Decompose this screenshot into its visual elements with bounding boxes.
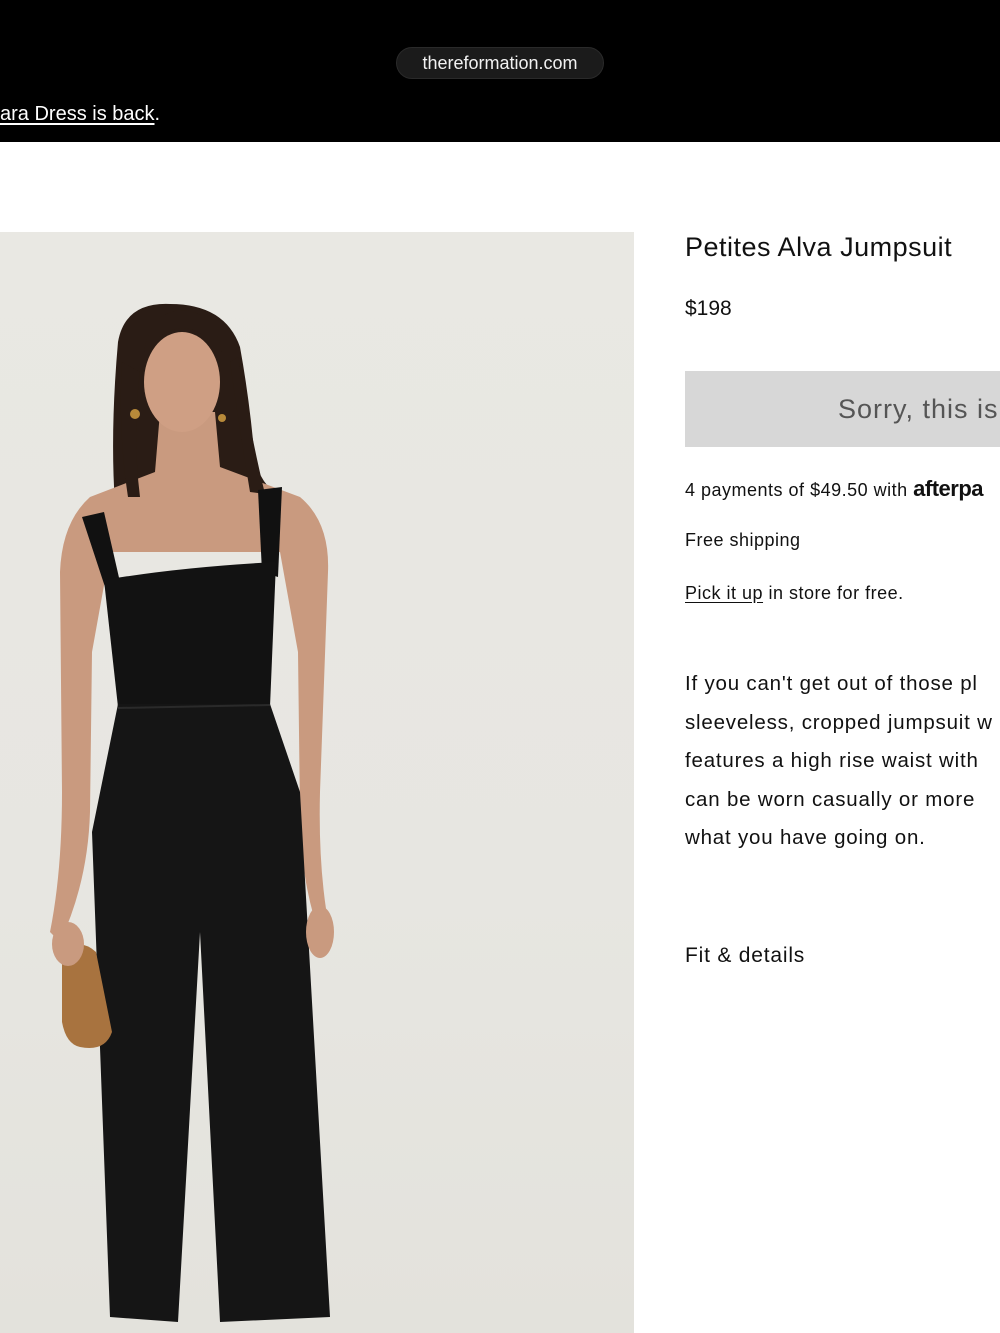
model-photo <box>50 303 334 1322</box>
product-price: $198 <box>685 297 732 320</box>
description-line: can be worn casually or more <box>685 787 976 811</box>
afterpay-text: 4 payments of $49.50 with <box>685 480 914 500</box>
description-line: If you can't get out of those pl <box>685 672 978 695</box>
afterpay-logo[interactable]: afterpa <box>913 476 983 501</box>
product-description: If you can't get out of those pl sleevel… <box>685 665 1000 858</box>
product-title: Petites Alva Jumpsuit <box>685 232 953 262</box>
description-line: sleeveless, cropped jumpsuit w <box>685 710 993 734</box>
description-line: what you have going on. <box>685 826 926 849</box>
promo-suffix: . <box>154 103 161 125</box>
browser-top-bar: thereformation.com ara Dress is back. <box>0 0 1000 142</box>
promo-banner: ara Dress is back. <box>0 103 160 126</box>
afterpay-info: 4 payments of $49.50 with afterpa <box>685 476 983 502</box>
url-bar[interactable]: thereformation.com <box>396 47 604 79</box>
pickup-link[interactable]: Pick it up <box>685 583 763 603</box>
product-image[interactable] <box>0 232 634 1333</box>
pickup-info: Pick it up in store for free. <box>685 583 904 604</box>
pickup-text: in store for free. <box>763 583 904 603</box>
shipping-info: Free shipping <box>685 530 801 550</box>
fit-details-toggle[interactable]: Fit & details <box>685 944 805 968</box>
description-line: features a high rise waist with <box>685 749 979 772</box>
sold-out-button[interactable]: Sorry, this is <box>685 371 1000 447</box>
promo-link[interactable]: ara Dress is back <box>0 103 155 125</box>
